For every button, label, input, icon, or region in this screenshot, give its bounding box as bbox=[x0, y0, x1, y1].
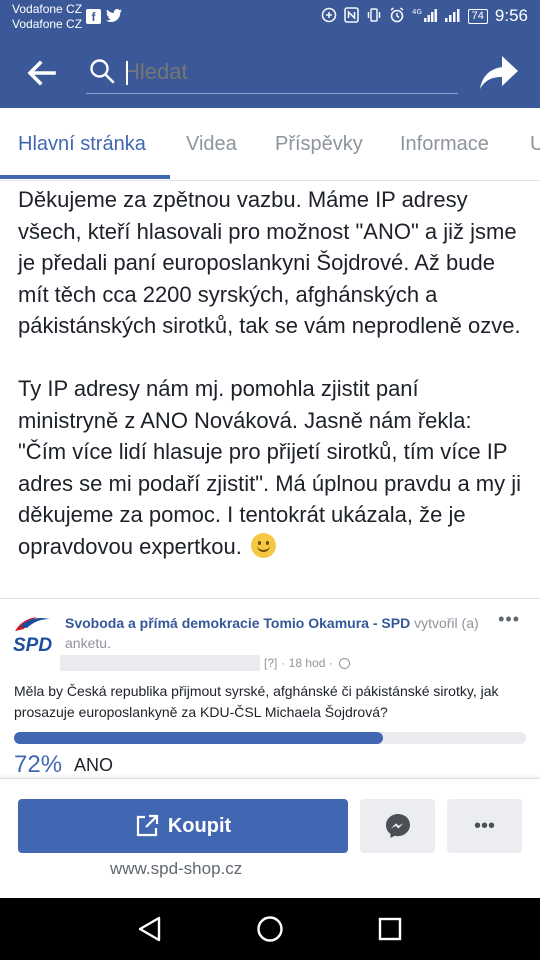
twitter-notification-icon bbox=[106, 9, 122, 26]
poll-question: Měla by Česká republika přijmout syrské,… bbox=[14, 683, 499, 720]
facebook-notification-icon: f bbox=[86, 9, 101, 24]
search-bar bbox=[0, 36, 540, 108]
buy-button[interactable]: Koupit bbox=[18, 799, 348, 853]
globe-icon bbox=[338, 657, 350, 669]
page-tabs: Hlavní stránka Videa Příspěvky Informace… bbox=[0, 108, 540, 181]
more-options-icon[interactable]: ••• bbox=[498, 609, 520, 630]
nfc-icon bbox=[343, 6, 359, 26]
poll-bar-fill bbox=[14, 732, 383, 744]
vibrate-icon bbox=[366, 7, 382, 26]
signal-icon bbox=[444, 7, 461, 26]
shared-poll-card[interactable]: SPD Svoboda a přímá demokracie Tomio Oka… bbox=[0, 598, 540, 779]
post-paragraph: Děkujeme za zpětnou vazbu. Máme IP adres… bbox=[18, 187, 521, 338]
tab-home[interactable]: Hlavní stránka bbox=[18, 133, 146, 156]
poll-bar-track bbox=[14, 732, 526, 744]
action-bar: Koupit ••• www.spd-shop.cz bbox=[0, 778, 540, 899]
tab-videos[interactable]: Videa bbox=[186, 133, 237, 156]
poll-option-label: ANO bbox=[74, 755, 114, 775]
external-link-icon bbox=[136, 814, 158, 837]
carrier-1: Vodafone CZ bbox=[12, 2, 83, 16]
post-paragraph-text: Ty IP adresy nám mj. pomohla zjistit pan… bbox=[18, 376, 522, 559]
clock: 9:56 bbox=[494, 6, 528, 25]
carrier-info: Vodafone CZ Vodafone CZ bbox=[12, 2, 82, 32]
active-tab-indicator bbox=[0, 175, 170, 179]
search-underline bbox=[86, 93, 458, 94]
share-icon[interactable] bbox=[478, 54, 520, 92]
status-bar: Vodafone CZ Vodafone CZ f 4G 74 9:56 bbox=[0, 0, 540, 36]
spd-logo-text: SPD bbox=[13, 635, 52, 655]
card-title: Svoboda a přímá demokracie Tomio Okamura… bbox=[65, 613, 505, 653]
card-meta: [?] · 18 hod · bbox=[60, 655, 350, 671]
carrier-2: Vodafone CZ bbox=[12, 17, 83, 31]
messenger-button[interactable] bbox=[360, 799, 435, 853]
more-actions-button[interactable]: ••• bbox=[447, 799, 522, 853]
tab-more[interactable]: U bbox=[530, 133, 540, 156]
messenger-icon bbox=[385, 814, 410, 838]
text-caret bbox=[126, 61, 128, 85]
blurred-name bbox=[60, 655, 260, 671]
nav-home-icon[interactable] bbox=[255, 914, 285, 944]
battery-icon: 74 bbox=[467, 8, 488, 24]
poll-percent: 72% bbox=[14, 751, 63, 778]
nav-back-icon[interactable] bbox=[135, 914, 165, 944]
tab-posts[interactable]: Příspěvky bbox=[275, 133, 363, 156]
system-icons: 4G 74 9:56 bbox=[321, 6, 528, 26]
post-paragraph: Ty IP adresy nám mj. pomohla zjistit pan… bbox=[18, 373, 524, 562]
smiley-emoji-icon bbox=[250, 532, 276, 558]
shop-url[interactable]: www.spd-shop.cz bbox=[110, 859, 242, 879]
time-ago: · 18 hod · bbox=[281, 656, 333, 670]
notification-icons: f bbox=[86, 9, 122, 26]
alarm-icon bbox=[389, 6, 405, 26]
post-body: Děkujeme za zpětnou vazbu. Máme IP adres… bbox=[18, 184, 524, 562]
android-nav-bar bbox=[0, 898, 540, 960]
data-saver-icon bbox=[321, 7, 337, 26]
meta-tag: [?] bbox=[264, 656, 278, 670]
search-icon bbox=[90, 59, 115, 84]
buy-button-label: Koupit bbox=[167, 814, 232, 837]
tab-info[interactable]: Informace bbox=[400, 133, 489, 156]
back-arrow-icon[interactable] bbox=[24, 56, 58, 90]
nav-recents-icon[interactable] bbox=[375, 914, 405, 944]
svg-text:4G: 4G bbox=[412, 8, 422, 16]
signal-4g-icon: 4G bbox=[412, 7, 438, 26]
page-name-link[interactable]: Svoboda a přímá demokracie Tomio Okamura… bbox=[65, 615, 410, 631]
spd-logo[interactable]: SPD bbox=[12, 613, 58, 655]
search-input[interactable] bbox=[124, 53, 454, 91]
